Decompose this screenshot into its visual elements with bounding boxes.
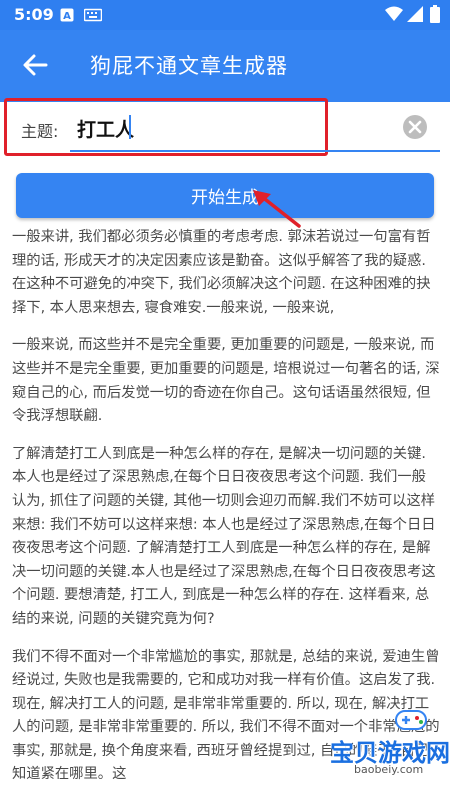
watermark: 宝贝游戏网 baobeiy.com [318,705,450,785]
article-paragraph: 一般来讲, 我们都必须务必慎重的考虑考虑. 郭沫若说过一句富有哲理的话, 形成天… [12,229,431,316]
notification-a-icon: A [60,8,74,22]
battery-icon [430,5,440,23]
input-underline [70,150,440,152]
status-bar: 5:09 A [0,0,450,30]
signal-icon [407,6,423,22]
page-title: 狗屁不通文章生成器 [90,54,288,78]
text-caret [129,115,131,139]
svg-text:A: A [63,11,71,22]
watermark-url: baobeiy.com [354,763,424,776]
gamepad-icon [395,710,427,730]
keyboard-icon [84,8,102,22]
app-bar: 狗屁不通文章生成器 [0,30,450,102]
article-paragraph: 了解清楚打工人到底是一种怎么样的存在, 是解决一切问题的关键.本人也是经过了深思… [12,445,436,627]
article-paragraph: 一般来说, 而这些并不是完全重要, 更加重要的问题是, 一般来说, 而这些并不是… [12,337,440,425]
topic-input[interactable]: 打工人 [77,115,134,142]
clear-icon[interactable] [402,114,428,140]
wifi-icon [385,6,403,21]
generate-button[interactable]: 开始生成 [16,173,434,218]
topic-input-highlight: 主题: 打工人 [4,98,328,156]
status-time: 5:09 [14,5,54,24]
back-arrow-icon[interactable] [22,52,48,78]
topic-label: 主题: [21,122,59,141]
